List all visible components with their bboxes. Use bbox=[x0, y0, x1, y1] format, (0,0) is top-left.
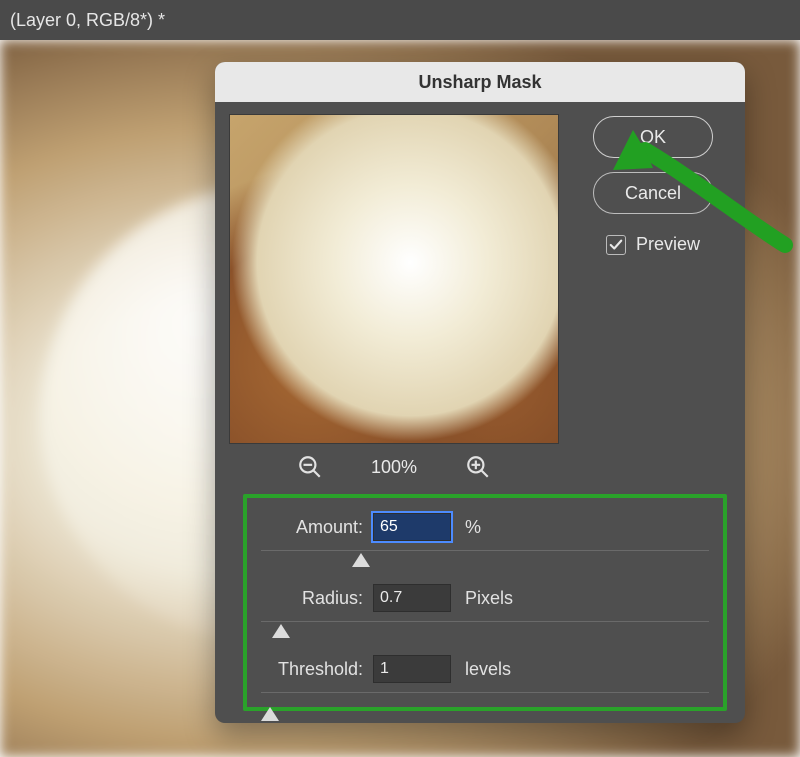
dialog-title-bar[interactable]: Unsharp Mask bbox=[215, 62, 745, 102]
zoom-out-icon[interactable] bbox=[297, 454, 323, 480]
preview-checkbox[interactable] bbox=[606, 235, 626, 255]
zoom-level: 100% bbox=[371, 457, 417, 478]
preview-column: 100% bbox=[229, 114, 559, 480]
threshold-unit: levels bbox=[465, 659, 511, 680]
threshold-input[interactable] bbox=[373, 655, 451, 683]
zoom-in-icon[interactable] bbox=[465, 454, 491, 480]
dialog-body: 100% OK Cancel bbox=[215, 102, 745, 480]
cancel-button-label: Cancel bbox=[625, 183, 681, 204]
radius-label: Radius: bbox=[261, 588, 363, 609]
ok-button-label: OK bbox=[640, 127, 666, 148]
preview-checkbox-label: Preview bbox=[636, 234, 700, 255]
threshold-slider-thumb[interactable] bbox=[261, 707, 279, 721]
parameters-panel: Amount: % Radius: Pixels Thr bbox=[243, 494, 727, 711]
app-canvas: (Layer 0, RGB/8*) * Unsharp Mask 100% bbox=[0, 0, 800, 757]
divider bbox=[261, 692, 709, 693]
preview-image[interactable] bbox=[229, 114, 559, 444]
radius-unit: Pixels bbox=[465, 588, 513, 609]
radius-row: Radius: Pixels bbox=[261, 579, 709, 617]
radius-slider-thumb[interactable] bbox=[272, 624, 290, 638]
amount-unit: % bbox=[465, 517, 481, 538]
amount-row: Amount: % bbox=[261, 508, 709, 546]
radius-input[interactable] bbox=[373, 584, 451, 612]
document-title: (Layer 0, RGB/8*) * bbox=[10, 10, 165, 31]
threshold-row: Threshold: levels bbox=[261, 650, 709, 688]
divider bbox=[261, 621, 709, 622]
radius-slider[interactable] bbox=[263, 624, 709, 644]
divider bbox=[261, 550, 709, 551]
amount-slider-thumb[interactable] bbox=[352, 553, 370, 567]
dialog-side-column: OK Cancel Preview bbox=[575, 114, 731, 480]
threshold-label: Threshold: bbox=[261, 659, 363, 680]
amount-label: Amount: bbox=[261, 517, 363, 538]
document-title-bar: (Layer 0, RGB/8*) * bbox=[0, 0, 800, 40]
dialog-title: Unsharp Mask bbox=[418, 72, 541, 93]
zoom-controls: 100% bbox=[229, 454, 559, 480]
unsharp-mask-dialog: Unsharp Mask 100% bbox=[215, 62, 745, 723]
amount-slider[interactable] bbox=[263, 553, 709, 573]
amount-input[interactable] bbox=[373, 513, 451, 541]
ok-button[interactable]: OK bbox=[593, 116, 713, 158]
cancel-button[interactable]: Cancel bbox=[593, 172, 713, 214]
preview-checkbox-row: Preview bbox=[606, 234, 700, 255]
